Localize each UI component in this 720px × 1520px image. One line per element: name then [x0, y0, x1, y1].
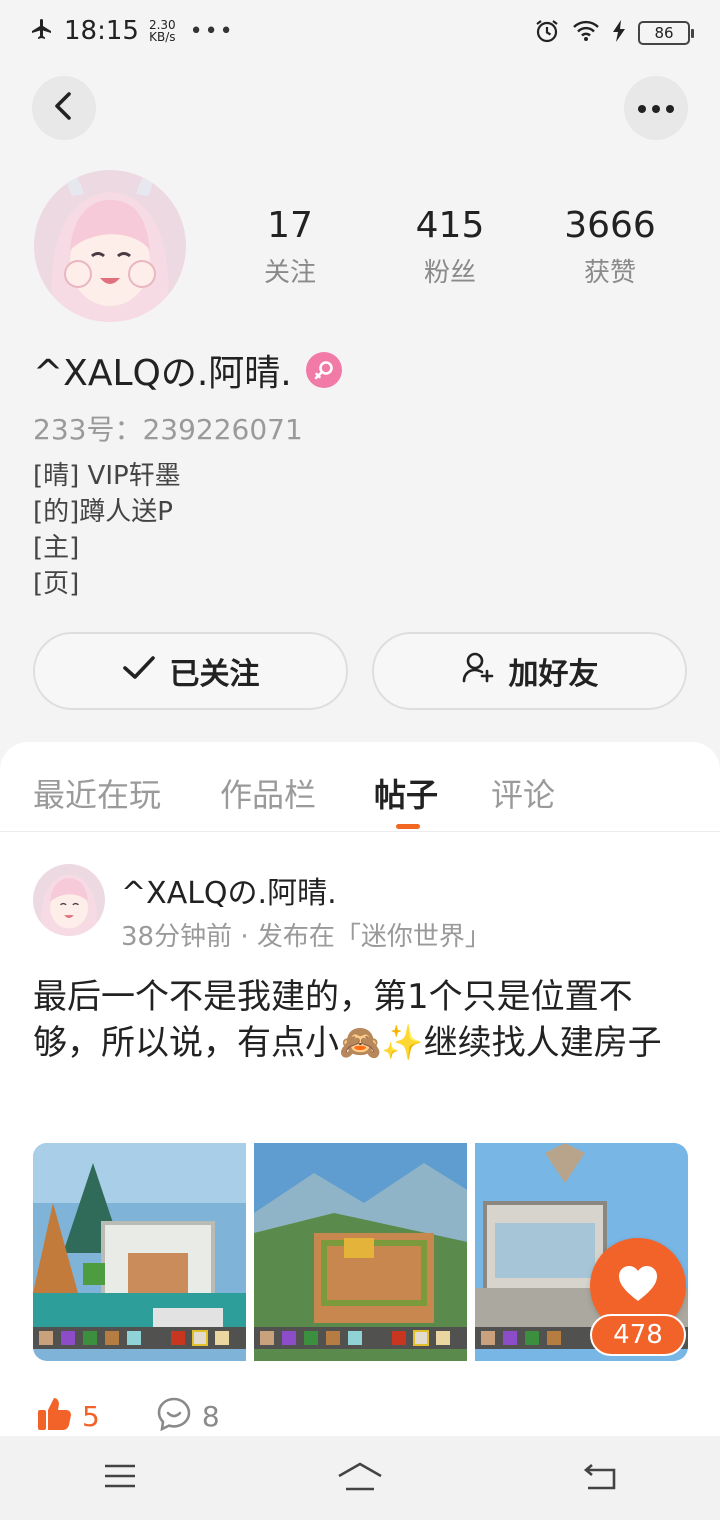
- wifi-icon: [572, 20, 600, 46]
- more-button[interactable]: [624, 76, 688, 140]
- home-button[interactable]: [320, 1448, 400, 1508]
- battery-level: 86: [638, 21, 694, 45]
- tab-comments[interactable]: 评论: [491, 770, 555, 816]
- followers-label: 粉丝: [423, 258, 476, 288]
- profile-screen: 18:15 2.30 KB/s ••• 86 17 关注 415 粉丝 3666…: [0, 0, 720, 1520]
- alarm-icon: [534, 18, 560, 48]
- followers-count: 415: [415, 205, 485, 246]
- likes-label: 获赞: [583, 258, 636, 288]
- more-icon: [637, 99, 675, 118]
- bio: [晴] VIP轩墨 [的]蹲人送P [主] [页]: [33, 458, 181, 602]
- profile-avatar[interactable]: [34, 170, 186, 322]
- charging-icon: [612, 20, 626, 46]
- post-author-name[interactable]: ^XALQの.阿晴.: [121, 868, 337, 912]
- status-time: 18:15: [64, 16, 139, 46]
- active-tab-indicator: [396, 824, 420, 829]
- bio-line: [的]蹲人送P: [33, 497, 173, 527]
- comment-count: 8: [201, 1399, 220, 1433]
- airplane-icon: [30, 17, 54, 45]
- tab-works[interactable]: 作品栏: [220, 770, 316, 816]
- add-friend-button[interactable]: 加好友: [372, 632, 687, 710]
- comment-icon[interactable]: [156, 1396, 192, 1436]
- menu-icon: [103, 1463, 137, 1493]
- status-bar: 18:15 2.30 KB/s ••• 86: [0, 0, 720, 64]
- followed-button-label: 已关注: [169, 657, 260, 692]
- tab-posts[interactable]: 帖子: [374, 770, 438, 816]
- add-user-icon: [461, 650, 495, 692]
- post-actions: 5 8: [36, 1396, 220, 1436]
- status-more-indicator: •••: [189, 18, 235, 44]
- network-speed: 2.30 KB/s: [149, 19, 176, 43]
- followed-button[interactable]: 已关注: [33, 632, 348, 710]
- network-speed-unit: KB/s: [149, 30, 176, 44]
- post-meta: 38分钟前 · 发布在「迷你世界」: [121, 922, 491, 952]
- post-image[interactable]: [254, 1143, 467, 1361]
- status-right: 86: [534, 18, 694, 48]
- following-count: 17: [267, 205, 313, 246]
- return-button[interactable]: [560, 1448, 640, 1508]
- bio-line: [晴] VIP轩墨: [33, 461, 181, 491]
- bio-line: [页]: [33, 569, 80, 599]
- thumbs-up-icon[interactable]: [36, 1396, 72, 1436]
- post-images: [33, 1143, 688, 1361]
- system-navigation-bar: [0, 1436, 720, 1520]
- tab-recently-played[interactable]: 最近在玩: [33, 770, 161, 816]
- thumbs-up-count: 5: [82, 1399, 100, 1433]
- status-left: 18:15 2.30 KB/s •••: [30, 16, 235, 46]
- likes-stat[interactable]: 3666 获赞: [530, 205, 690, 289]
- post-image[interactable]: [33, 1143, 246, 1361]
- profile-stats: 17 关注 415 粉丝 3666 获赞: [210, 205, 690, 289]
- back-button[interactable]: [32, 76, 96, 140]
- back-icon: [52, 91, 76, 125]
- female-icon: [305, 352, 342, 388]
- floating-like-count[interactable]: 478: [590, 1314, 686, 1356]
- return-icon: [582, 1462, 618, 1494]
- user-id: 233号：239226071: [33, 413, 303, 446]
- tab-bar: 最近在玩 作品栏 帖子 评论: [0, 742, 720, 832]
- followers-stat[interactable]: 415 粉丝: [370, 205, 530, 289]
- check-icon: [122, 654, 156, 689]
- username: ^XALQの.阿晴.: [33, 353, 292, 394]
- menu-button[interactable]: [80, 1448, 160, 1508]
- post-text[interactable]: 最后一个不是我建的，第1个只是位置不够，所以说，有点小🙈✨继续找人建房子: [33, 974, 683, 1066]
- likes-count: 3666: [564, 205, 656, 246]
- post-author-avatar[interactable]: [33, 864, 105, 936]
- following-label: 关注: [263, 258, 316, 288]
- username-row: ^XALQの.阿晴.: [33, 344, 342, 396]
- home-icon: [336, 1461, 384, 1495]
- following-stat[interactable]: 17 关注: [210, 205, 370, 289]
- heart-icon: [617, 1265, 659, 1307]
- bio-line: [主]: [33, 533, 80, 563]
- add-friend-button-label: 加好友: [508, 657, 599, 692]
